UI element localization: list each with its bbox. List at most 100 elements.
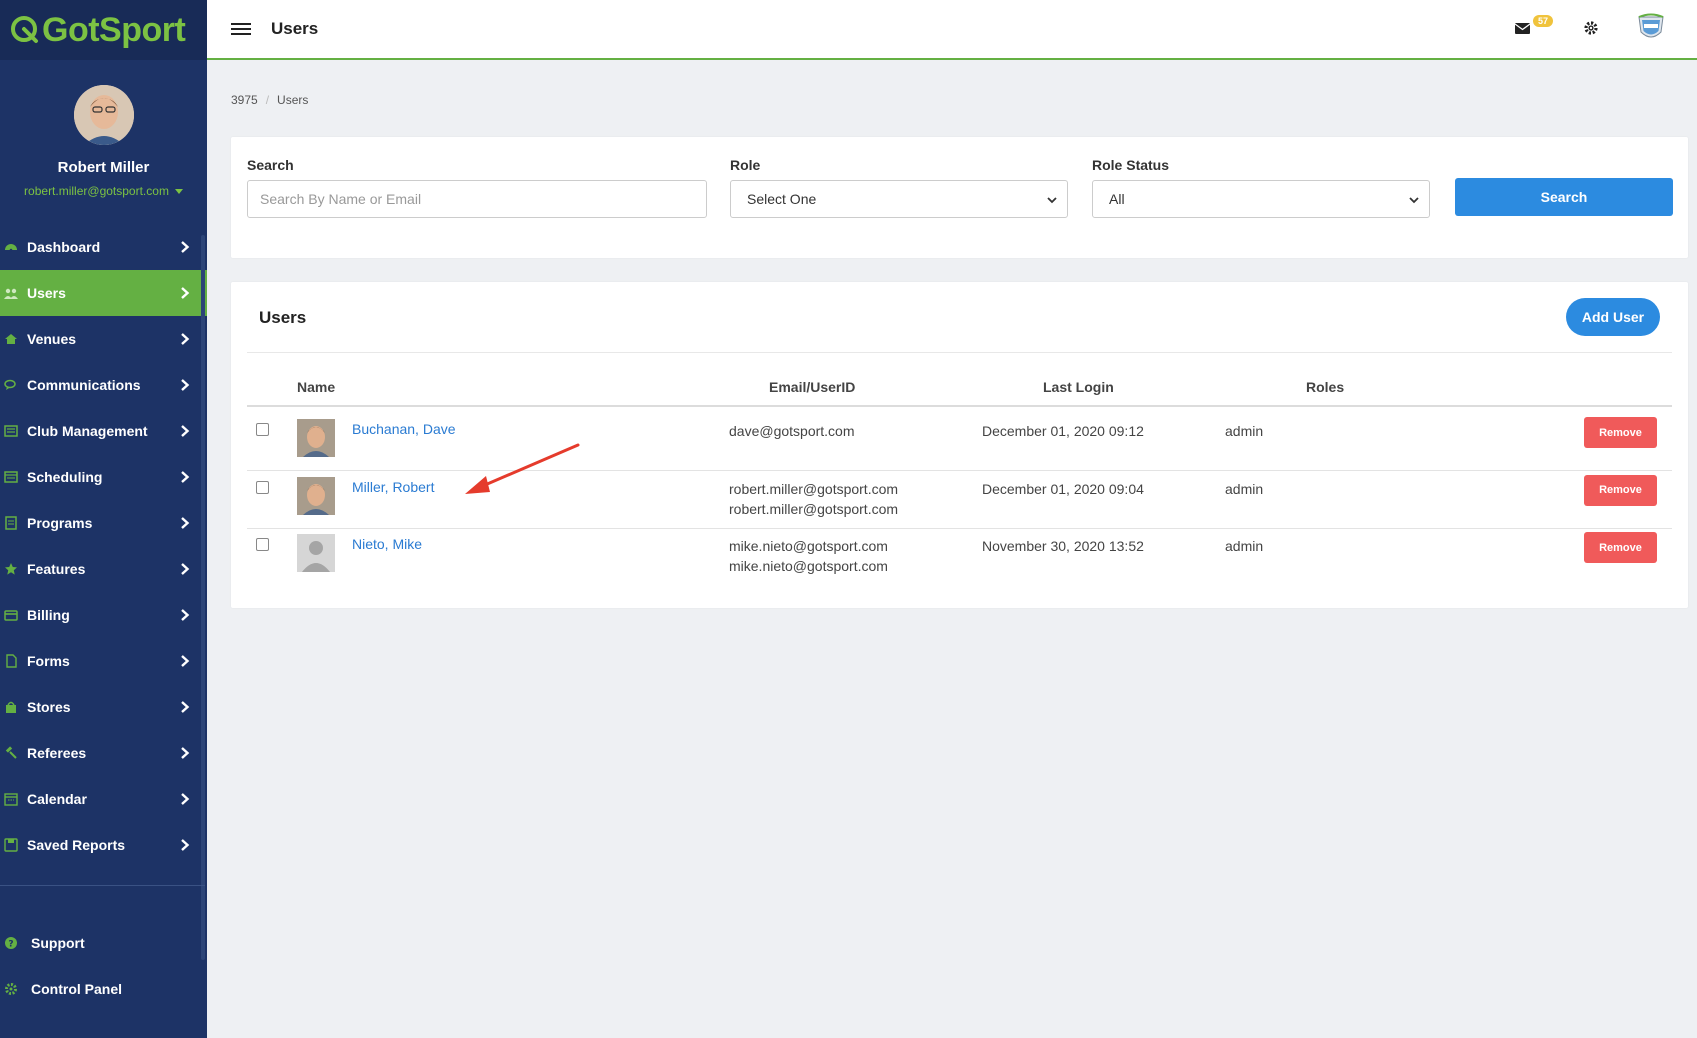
svg-text:?: ? — [8, 940, 13, 950]
chevron-right-icon — [181, 793, 190, 805]
messages-button[interactable]: 57 — [1515, 13, 1555, 43]
search-input[interactable]: Search By Name or Email — [247, 180, 707, 218]
sidebar-item-programs[interactable]: Programs — [0, 500, 207, 546]
sidebar-item-label: Programs — [27, 515, 93, 531]
last-login-cell: November 30, 2020 13:52 — [982, 538, 1144, 554]
filter-panel: Search Search By Name or Email Role Sele… — [231, 137, 1688, 258]
caret-down-icon — [174, 188, 183, 194]
column-header-roles[interactable]: Roles — [1306, 379, 1344, 395]
topbar: Users 57 — [207, 0, 1697, 60]
chevron-right-icon — [181, 747, 190, 759]
club-logo-icon[interactable] — [1635, 12, 1667, 44]
sidebar-item-label: Users — [27, 285, 66, 301]
settings-gear-icon[interactable] — [1583, 20, 1599, 36]
user-profile: Robert Miller robert.miller@gotsport.com — [0, 60, 207, 200]
user-id: robert.miller@gotsport.com — [729, 500, 899, 517]
breadcrumb-root[interactable]: 3975 — [231, 93, 258, 107]
logo[interactable]: GotSport — [0, 0, 207, 60]
sidebar-item-label: Billing — [27, 607, 70, 623]
sidebar-item-label: Dashboard — [27, 239, 101, 255]
search-button[interactable]: Search — [1455, 178, 1673, 216]
search-placeholder: Search By Name or Email — [260, 191, 422, 207]
sidebar-scrollbar[interactable] — [201, 235, 205, 960]
avatar — [297, 534, 335, 572]
table-header-divider — [247, 405, 1672, 407]
sidebar-item-stores[interactable]: Stores — [0, 684, 207, 730]
sidebar-item-billing[interactable]: Billing — [0, 592, 207, 638]
sidebar-item-calendar[interactable]: Calendar — [0, 776, 207, 822]
sidebar-item-label: Support — [31, 935, 85, 951]
sidebar-item-dashboard[interactable]: Dashboard — [0, 224, 207, 270]
avatar — [297, 476, 335, 515]
user-name-link[interactable]: Miller, Robert — [352, 479, 434, 495]
question-icon: ? — [5, 937, 17, 950]
sidebar-item-club-management[interactable]: Club Management — [0, 408, 207, 454]
sidebar-item-label: Stores — [27, 699, 71, 715]
star-icon — [5, 563, 17, 575]
role-cell: admin — [1225, 480, 1264, 497]
sidebar-item-referees[interactable]: Referees — [0, 730, 207, 776]
chevron-right-icon — [181, 287, 190, 299]
sidebar-item-forms[interactable]: Forms — [0, 638, 207, 684]
avatar[interactable] — [73, 85, 134, 145]
table-row: Buchanan, Dave dave@gotsport.com December … — [247, 409, 1672, 471]
divider — [247, 352, 1672, 353]
gotsport-logo-icon — [11, 16, 38, 43]
user-email: dave@gotsport.com — [729, 423, 855, 439]
remove-button[interactable]: Remove — [1584, 417, 1657, 448]
role-cell: admin — [1225, 538, 1264, 554]
billing-icon — [4, 610, 18, 621]
menu-toggle-icon[interactable] — [231, 23, 251, 35]
programs-icon — [5, 516, 17, 530]
row-checkbox[interactable] — [256, 423, 269, 436]
role-status-select[interactable]: All — [1092, 180, 1430, 218]
column-header-last-login[interactable]: Last Login — [1043, 379, 1114, 395]
scheduling-icon — [4, 471, 18, 483]
sidebar-item-label: Features — [27, 561, 86, 577]
sidebar-item-label: Club Management — [27, 423, 148, 439]
last-login-cell: December 01, 2020 09:04 — [982, 480, 1144, 497]
remove-button[interactable]: Remove — [1584, 532, 1657, 563]
chevron-right-icon — [181, 425, 190, 437]
role-label: Role — [730, 157, 761, 173]
sidebar-item-saved-reports[interactable]: Saved Reports — [0, 822, 207, 868]
users-panel-title: Users — [259, 308, 307, 327]
sidebar-item-label: Communications — [27, 377, 141, 393]
logo-text: GotSport — [42, 11, 186, 49]
profile-email-dropdown[interactable]: robert.miller@gotsport.com — [24, 184, 183, 198]
sidebar-item-label: Venues — [27, 331, 77, 347]
add-user-button[interactable]: Add User — [1566, 298, 1660, 336]
forms-icon — [6, 654, 17, 668]
chevron-down-icon — [1409, 197, 1419, 204]
table-row: Nieto, Mike mike.nieto@gotsport.com mike.n… — [247, 524, 1672, 586]
sidebar-item-control-panel[interactable]: Control Panel — [0, 966, 200, 1012]
stores-icon — [6, 701, 16, 713]
calendar-icon — [4, 793, 18, 806]
remove-button[interactable]: Remove — [1584, 474, 1657, 506]
user-email: mike.nieto@gotsport.com — [729, 538, 888, 554]
user-photo-icon — [297, 419, 335, 457]
role-select[interactable]: Select One — [730, 180, 1068, 218]
chevron-right-icon — [181, 839, 190, 851]
sidebar-item-features[interactable]: Features — [0, 546, 207, 592]
sidebar-item-scheduling[interactable]: Scheduling — [0, 454, 207, 500]
chevron-right-icon — [181, 241, 190, 253]
row-checkbox[interactable] — [256, 480, 269, 494]
sidebar-item-support[interactable]: ? Support — [0, 920, 200, 966]
chevron-right-icon — [181, 655, 190, 667]
sidebar-item-label: Referees — [27, 745, 87, 761]
column-header-name[interactable]: Name — [297, 379, 335, 395]
row-checkbox[interactable] — [256, 538, 269, 551]
sidebar-item-users[interactable]: Users — [0, 270, 207, 316]
sidebar-item-label: Scheduling — [27, 469, 103, 485]
user-name-link[interactable]: Buchanan, Dave — [352, 421, 456, 437]
search-label: Search — [247, 157, 294, 173]
communications-icon — [4, 379, 16, 390]
user-name-link[interactable]: Nieto, Mike — [352, 536, 422, 552]
sidebar-item-venues[interactable]: Venues — [0, 316, 207, 362]
column-header-email[interactable]: Email/UserID — [769, 379, 855, 395]
profile-name: Robert Miller — [57, 159, 150, 176]
role-status-label: Role Status — [1092, 157, 1170, 173]
sidebar-item-communications[interactable]: Communications — [0, 362, 207, 408]
breadcrumb-separator: / — [265, 93, 270, 107]
